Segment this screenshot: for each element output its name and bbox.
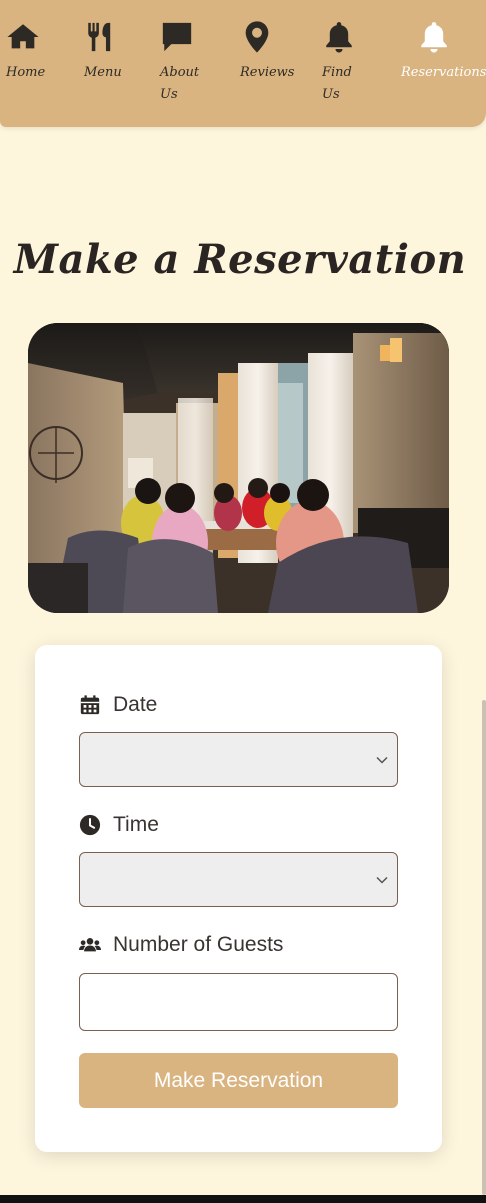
nav-label-find-us: Find Us bbox=[322, 65, 352, 102]
guests-input[interactable] bbox=[79, 973, 398, 1031]
make-reservation-button[interactable]: Make Reservation bbox=[79, 1053, 398, 1108]
date-select[interactable] bbox=[79, 732, 398, 787]
time-label: Time bbox=[79, 813, 159, 837]
page-title: Make a Reservation bbox=[13, 236, 467, 283]
date-label-text: Date bbox=[113, 693, 158, 716]
nav-label-reviews: Reviews bbox=[240, 65, 295, 80]
restaurant-photo bbox=[28, 323, 449, 613]
nav-item-menu[interactable]: Menu bbox=[84, 18, 162, 84]
nav-label-menu: Menu bbox=[84, 65, 122, 80]
calendar-icon bbox=[79, 694, 101, 716]
time-label-text: Time bbox=[113, 813, 159, 836]
nav-item-home[interactable]: Home bbox=[6, 18, 84, 84]
nav-item-reviews[interactable]: Reviews bbox=[240, 18, 318, 84]
nav-label-home: Home bbox=[6, 65, 46, 80]
comment-icon bbox=[160, 18, 194, 56]
chevron-down-icon bbox=[376, 756, 388, 764]
nav-item-about-us[interactable]: About Us bbox=[160, 18, 238, 106]
scrollbar-thumb[interactable] bbox=[482, 700, 486, 1195]
users-icon bbox=[79, 934, 101, 956]
reservation-form: Date Time Number of Guests Make Reservat… bbox=[35, 645, 442, 1152]
nav-label-about-us: About Us bbox=[160, 65, 200, 102]
home-icon bbox=[6, 18, 40, 56]
bell-icon bbox=[322, 18, 356, 56]
nav-label-reservations: Reservations bbox=[401, 65, 486, 80]
bell-icon bbox=[417, 18, 451, 56]
bottom-edge bbox=[0, 1195, 486, 1203]
top-navbar: Home Menu About Us Reviews Find Us Reser… bbox=[0, 0, 486, 127]
scrollbar[interactable] bbox=[480, 0, 486, 1195]
chevron-down-icon bbox=[376, 876, 388, 884]
utensils-icon bbox=[84, 18, 118, 56]
clock-icon bbox=[79, 814, 101, 836]
date-label: Date bbox=[79, 693, 157, 717]
map-pin-icon bbox=[240, 18, 274, 56]
nav-item-reservations[interactable]: Reservations bbox=[401, 18, 486, 84]
nav-item-find-us[interactable]: Find Us bbox=[322, 18, 400, 106]
guests-label: Number of Guests bbox=[79, 933, 283, 957]
guests-label-text: Number of Guests bbox=[113, 933, 284, 956]
time-select[interactable] bbox=[79, 852, 398, 907]
